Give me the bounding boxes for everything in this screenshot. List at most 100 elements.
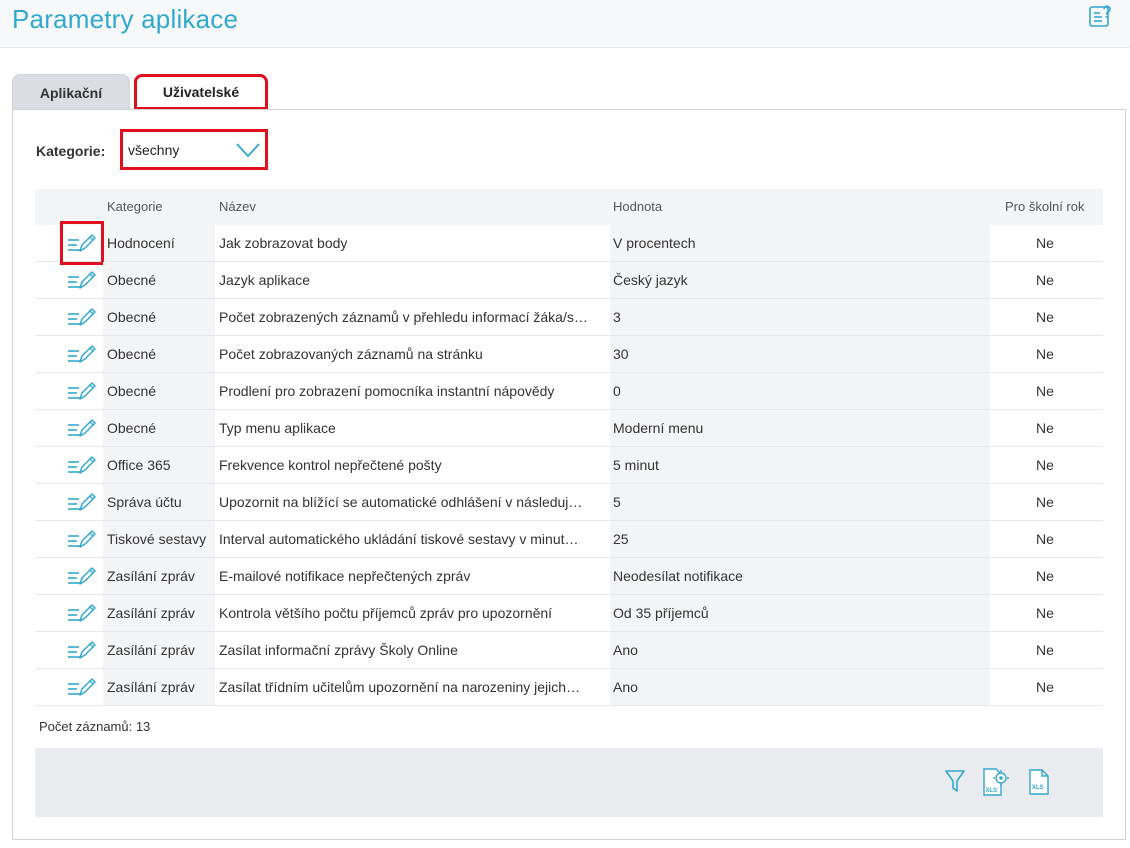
value-cell: 3 (613, 309, 621, 325)
category-cell: Obecné (107, 383, 157, 399)
edit-icon[interactable] (67, 602, 97, 624)
edit-icon[interactable] (67, 306, 97, 328)
school-year-cell: Ne (1036, 346, 1054, 362)
school-year-cell: Ne (1036, 235, 1054, 251)
name-cell: Počet zobrazovaných záznamů na stránku (219, 346, 483, 362)
category-select[interactable]: všechny (120, 129, 268, 170)
school-year-cell: Ne (1036, 605, 1054, 621)
table-toolbar: XLS XLS (35, 748, 1103, 817)
settings-panel: Kategorie: všechny Kategorie Název Hodno… (12, 109, 1126, 840)
school-year-cell: Ne (1036, 383, 1054, 399)
edit-icon[interactable] (67, 343, 97, 365)
value-cell: 5 (613, 494, 621, 510)
value-cell: Neodesílat notifikace (613, 568, 743, 584)
column-header-value[interactable]: Hodnota (613, 199, 662, 214)
table-header: Kategorie Název Hodnota Pro školní rok (35, 189, 1103, 225)
category-cell: Správa účtu (107, 494, 182, 510)
tab-uzivatelske[interactable]: Uživatelské (134, 74, 268, 110)
value-cell: Český jazyk (613, 272, 688, 288)
category-cell: Obecné (107, 272, 157, 288)
help-icon[interactable] (1088, 4, 1114, 28)
school-year-cell: Ne (1036, 642, 1054, 658)
school-year-cell: Ne (1036, 457, 1054, 473)
name-cell: Prodlení pro zobrazení pomocníka instant… (219, 383, 555, 399)
school-year-cell: Ne (1036, 272, 1054, 288)
table-row: Hodnocení Jak zobrazovat body V procentech… (35, 221, 1103, 265)
table-row: Obecné Jazyk aplikace Český jazyk Ne (35, 262, 1103, 299)
name-cell: Zasílat třídním učitelům upozornění na n… (219, 679, 581, 695)
table-row: Obecné Počet zobrazených záznamů v přehle… (35, 299, 1103, 336)
table-row: Správa účtu Upozornit na blížící se autom… (35, 484, 1103, 521)
name-cell: Kontrola většího počtu příjemců zpráv pr… (219, 605, 553, 621)
settings-table: Kategorie Název Hodnota Pro školní rok H… (35, 189, 1103, 706)
school-year-cell: Ne (1036, 531, 1054, 547)
table-row: Zasílání zpráv Zasílat informační zprávy … (35, 632, 1103, 669)
name-cell: Frekvence kontrol nepřečtené pošty (219, 457, 442, 473)
edit-icon[interactable] (67, 491, 97, 513)
table-row: Office 365 Frekvence kontrol nepřečtené p… (35, 447, 1103, 484)
category-filter-label: Kategorie: (36, 143, 106, 159)
value-cell: Ano (613, 679, 638, 695)
category-cell: Zasílání zpráv (107, 568, 195, 584)
category-cell: Hodnocení (107, 235, 175, 251)
table-body: Hodnocení Jak zobrazovat body V procentech… (35, 221, 1103, 706)
school-year-cell: Ne (1036, 420, 1054, 436)
edit-icon[interactable] (67, 528, 97, 550)
chevron-down-icon (236, 142, 260, 158)
table-row: Zasílání zpráv Zasílat třídním učitelům u… (35, 669, 1103, 706)
edit-icon[interactable] (67, 639, 97, 661)
category-cell: Zasílání zpráv (107, 679, 195, 695)
value-cell: 30 (613, 346, 629, 362)
value-cell: 0 (613, 383, 621, 399)
edit-icon[interactable] (67, 676, 97, 698)
category-cell: Office 365 (107, 457, 171, 473)
name-cell: Interval automatického ukládání tiskové … (219, 531, 579, 547)
table-row: Obecné Počet zobrazovaných záznamů na str… (35, 336, 1103, 373)
xls-settings-text: XLS (986, 788, 998, 794)
table-row: Tiskové sestavy Interval automatického uk… (35, 521, 1103, 558)
category-cell: Zasílání zpráv (107, 642, 195, 658)
name-cell: Zasílat informační zprávy Školy Online (219, 642, 458, 658)
tab-aplikacni[interactable]: Aplikační (12, 74, 130, 110)
edit-icon[interactable] (67, 380, 97, 402)
table-row: Obecné Prodlení pro zobrazení pomocníka i… (35, 373, 1103, 410)
category-cell: Obecné (107, 346, 157, 362)
value-cell: Moderní menu (613, 420, 704, 436)
name-cell: Počet zobrazených záznamů v přehledu inf… (219, 309, 588, 325)
edit-icon[interactable] (67, 454, 97, 476)
column-header-category[interactable]: Kategorie (107, 199, 163, 214)
page-title: Parametry aplikace (12, 4, 239, 34)
name-cell: Upozornit na blížící se automatické odhl… (219, 494, 583, 510)
value-cell: 25 (613, 531, 629, 547)
school-year-cell: Ne (1036, 309, 1054, 325)
header-bar: Parametry aplikace (0, 0, 1130, 48)
value-cell: Ano (613, 642, 638, 658)
category-cell: Tiskové sestavy (107, 531, 207, 547)
school-year-cell: Ne (1036, 568, 1054, 584)
table-row: Zasílání zpráv E-mailové notifikace nepře… (35, 558, 1103, 595)
name-cell: Jak zobrazovat body (219, 235, 348, 251)
edit-icon[interactable] (67, 417, 97, 439)
column-header-name[interactable]: Název (219, 199, 256, 214)
school-year-cell: Ne (1036, 679, 1054, 695)
category-cell: Zasílání zpráv (107, 605, 195, 621)
edit-icon[interactable] (60, 221, 104, 265)
value-cell: V procentech (613, 235, 696, 251)
xls-export-icon[interactable]: XLS (1027, 768, 1051, 801)
category-cell: Obecné (107, 309, 157, 325)
filter-icon[interactable] (945, 768, 965, 799)
category-select-value: všechny (128, 142, 180, 158)
category-cell: Obecné (107, 420, 157, 436)
name-cell: Jazyk aplikace (219, 272, 311, 288)
school-year-cell: Ne (1036, 494, 1054, 510)
column-header-school-year[interactable]: Pro školní rok (1005, 199, 1084, 214)
edit-icon[interactable] (67, 565, 97, 587)
table-row: Zasílání zpráv Kontrola většího počtu pří… (35, 595, 1103, 632)
xls-settings-icon[interactable]: XLS (981, 767, 1011, 802)
name-cell: E-mailové notifikace nepřečtených zpráv (219, 568, 471, 584)
value-cell: Od 35 příjemců (613, 605, 709, 621)
edit-icon[interactable] (67, 269, 97, 291)
value-cell: 5 minut (613, 457, 659, 473)
table-row: Obecné Typ menu aplikace Moderní menu Ne (35, 410, 1103, 447)
xls-export-text: XLS (1032, 785, 1044, 791)
